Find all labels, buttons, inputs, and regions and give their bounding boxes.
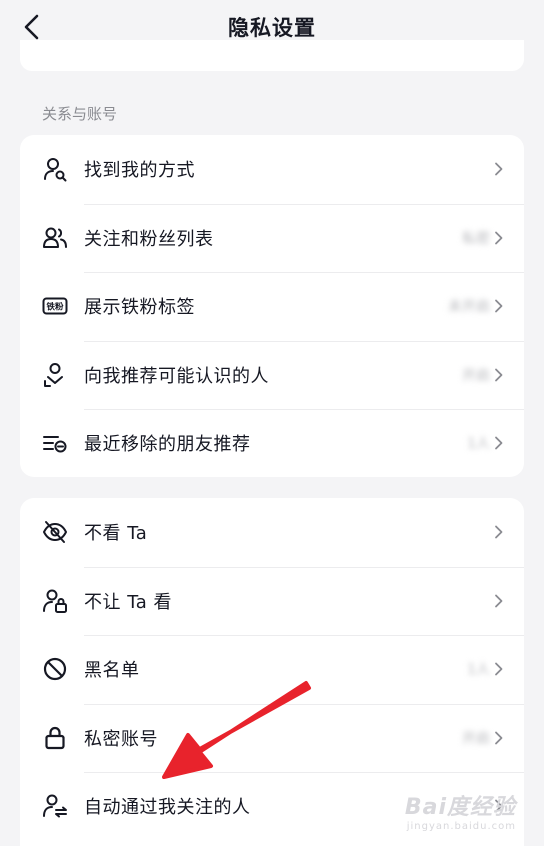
row-value: 1人 xyxy=(467,436,490,453)
row-value: 私密 xyxy=(462,230,490,247)
chevron-right-icon xyxy=(495,594,503,608)
settings-row-recommend-people[interactable]: 向我推荐可能认识的人 开启 xyxy=(20,340,524,410)
settings-row-removed-recommendations[interactable]: 最近移除的朋友推荐 1人 xyxy=(20,409,524,477)
row-label: 最近移除的朋友推荐 xyxy=(84,434,251,456)
row-label: 向我推荐可能认识的人 xyxy=(84,365,269,387)
chevron-right-icon xyxy=(495,436,503,450)
person-search-icon xyxy=(44,158,67,182)
row-label: 展示铁粉标签 xyxy=(84,297,195,319)
settings-row-follow-list[interactable]: 关注和粉丝列表 私密 xyxy=(20,203,524,273)
person-lock-icon xyxy=(43,589,67,613)
settings-card-relationship: 找到我的方式 关注和粉丝列表 私密 铁粉 展示铁粉标签 未开启 向我推荐可能认识… xyxy=(20,135,524,477)
row-label: 关注和粉丝列表 xyxy=(84,228,214,250)
row-label: 私密账号 xyxy=(84,728,158,750)
chevron-right-icon xyxy=(495,162,503,176)
chevron-right-icon xyxy=(495,231,503,245)
chevron-right-icon xyxy=(495,525,503,539)
row-value: 开启 xyxy=(462,367,490,384)
settings-row-blocklist[interactable]: 黑名单 1人 xyxy=(20,635,524,704)
chevron-right-icon xyxy=(495,368,503,382)
row-label: 自动通过我关注的人 xyxy=(84,797,251,819)
list-remove-icon xyxy=(43,436,67,453)
chevron-right-icon xyxy=(495,731,503,745)
eye-off-icon xyxy=(43,521,67,544)
row-value: 1人 xyxy=(467,662,490,679)
section-label-relationship: 关系与账号 xyxy=(42,105,118,123)
row-label: 不让 Ta 看 xyxy=(84,591,172,613)
row-value: 未开启 xyxy=(448,299,490,316)
settings-card-visibility: 不看 Ta 不让 Ta 看 黑名单 1人 私密账号 开启 自动通过我关注的人 xyxy=(20,498,524,846)
page-title: 隐私设置 xyxy=(228,16,316,40)
lock-icon xyxy=(45,726,65,749)
fan-badge-icon: 铁粉 xyxy=(42,297,68,315)
settings-row-auto-accept-following[interactable]: 自动通过我关注的人 xyxy=(20,772,524,841)
svg-text:铁粉: 铁粉 xyxy=(46,302,64,313)
settings-row-fan-badge[interactable]: 铁粉 展示铁粉标签 未开启 xyxy=(20,272,524,341)
row-label: 黑名单 xyxy=(84,660,140,682)
settings-row-hide-my-content[interactable]: 不让 Ta 看 xyxy=(20,566,524,636)
person-auto-accept-icon xyxy=(43,794,67,818)
chevron-right-icon xyxy=(495,662,503,676)
row-label: 不看 Ta xyxy=(84,523,148,545)
row-value: 开启 xyxy=(462,730,490,747)
settings-row-private-account[interactable]: 私密账号 开启 xyxy=(20,703,524,773)
chevron-right-icon xyxy=(495,299,503,313)
settings-row-find-me[interactable]: 找到我的方式 xyxy=(20,135,524,204)
people-icon xyxy=(43,227,67,248)
previous-card-bottom xyxy=(20,40,524,71)
settings-row-hide-their-content[interactable]: 不看 Ta xyxy=(20,498,524,567)
person-recommend-icon xyxy=(44,362,63,387)
row-label: 找到我的方式 xyxy=(84,160,195,182)
block-icon xyxy=(43,658,67,681)
chevron-right-icon xyxy=(495,799,503,813)
